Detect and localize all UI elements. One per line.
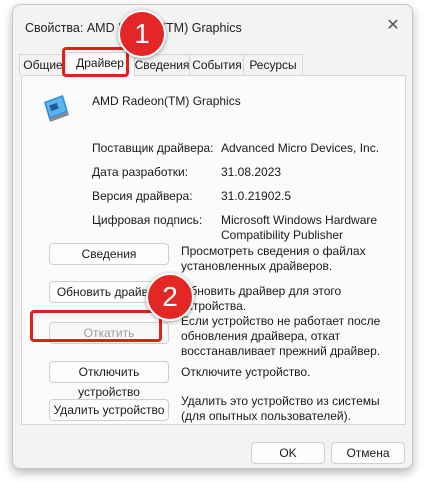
date-value: 31.08.2023 [221, 165, 282, 179]
version-value: 31.0.21902.5 [221, 189, 292, 203]
signer-label: Цифровая подпись: [92, 213, 203, 227]
driver-details-button[interactable]: Сведения [49, 243, 169, 265]
display-adapter-icon [44, 95, 69, 122]
driver-details-description: Просмотреть сведения о файлах установлен… [181, 244, 366, 273]
device-name: AMD Radeon(TM) Graphics [92, 94, 241, 108]
title-bar[interactable]: Свойства: AMD Radeon(TM) Graphics ✕ [13, 5, 412, 43]
uninstall-device-description: Удалить это устройство из системы (для о… [181, 394, 380, 423]
tab-general[interactable]: Общие [19, 54, 67, 75]
provider-label: Поставщик драйвера: [92, 141, 214, 155]
disable-device-button[interactable]: Отключить устройство [49, 361, 169, 399]
close-icon[interactable]: ✕ [380, 15, 406, 37]
step-badge-2: 2 [146, 273, 194, 321]
driver-tab-highlight [62, 47, 129, 77]
tab-events[interactable]: События [189, 54, 245, 75]
ok-button[interactable]: OK [251, 442, 325, 464]
date-label: Дата разработки: [92, 165, 189, 179]
roll-back-description: Если устройство не работает после обновл… [181, 314, 381, 358]
tab-resources[interactable]: Ресурсы [243, 54, 303, 75]
provider-value: Advanced Micro Devices, Inc. [221, 141, 380, 155]
signer-value: Microsoft Windows Hardware Compatibility… [221, 213, 378, 242]
cancel-button[interactable]: Отмена [331, 442, 405, 464]
step-badge-1: 1 [118, 10, 166, 58]
update-driver-description: Обновить драйвер для этого устройства. [181, 284, 342, 313]
driver-tab-panel: AMD Radeon(TM) Graphics Поставщик драйве… [21, 75, 406, 425]
version-label: Версия драйвера: [92, 189, 193, 203]
uninstall-device-button[interactable]: Удалить устройство [49, 399, 169, 421]
disable-device-description: Отключите устройство. [181, 365, 311, 379]
roll-back-highlight [30, 310, 162, 342]
